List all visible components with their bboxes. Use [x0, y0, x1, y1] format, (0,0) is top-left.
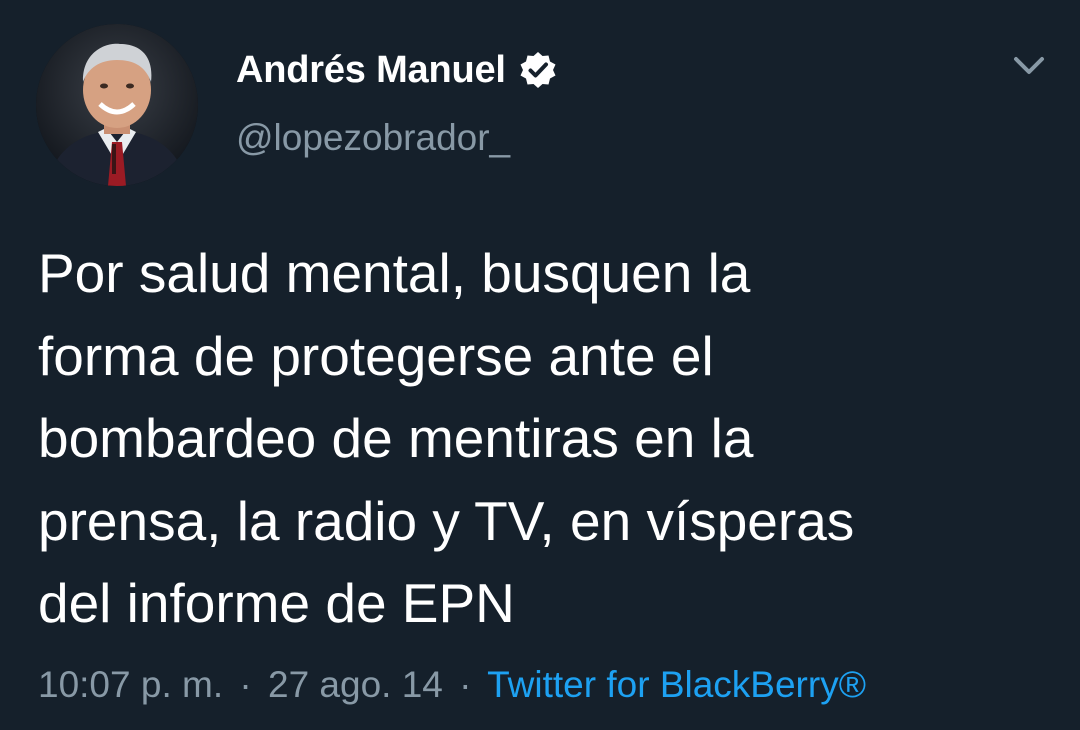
meta-separator: ·: [239, 664, 252, 705]
avatar-image: [36, 24, 198, 186]
author-display-name[interactable]: Andrés Manuel: [236, 49, 506, 92]
tweet-date[interactable]: 27 ago. 14: [268, 664, 443, 705]
chevron-down-icon[interactable]: [1006, 46, 1052, 86]
tweet: Andrés Manuel @lopezobrador_ Por salud m…: [0, 0, 1080, 730]
tweet-time[interactable]: 10:07 p. m.: [38, 664, 223, 705]
avatar[interactable]: [36, 24, 198, 186]
author-name-row[interactable]: Andrés Manuel: [236, 40, 558, 100]
meta-separator: ·: [459, 664, 472, 705]
author-handle[interactable]: @lopezobrador_: [236, 117, 510, 159]
tweet-metadata: 10:07 p. m. · 27 ago. 14 · Twitter for B…: [38, 664, 866, 706]
tweet-source-link[interactable]: Twitter for BlackBerry®: [487, 664, 866, 705]
verified-badge-icon: [518, 50, 558, 90]
tweet-text: Por salud mental, busquen la forma de pr…: [38, 242, 855, 634]
